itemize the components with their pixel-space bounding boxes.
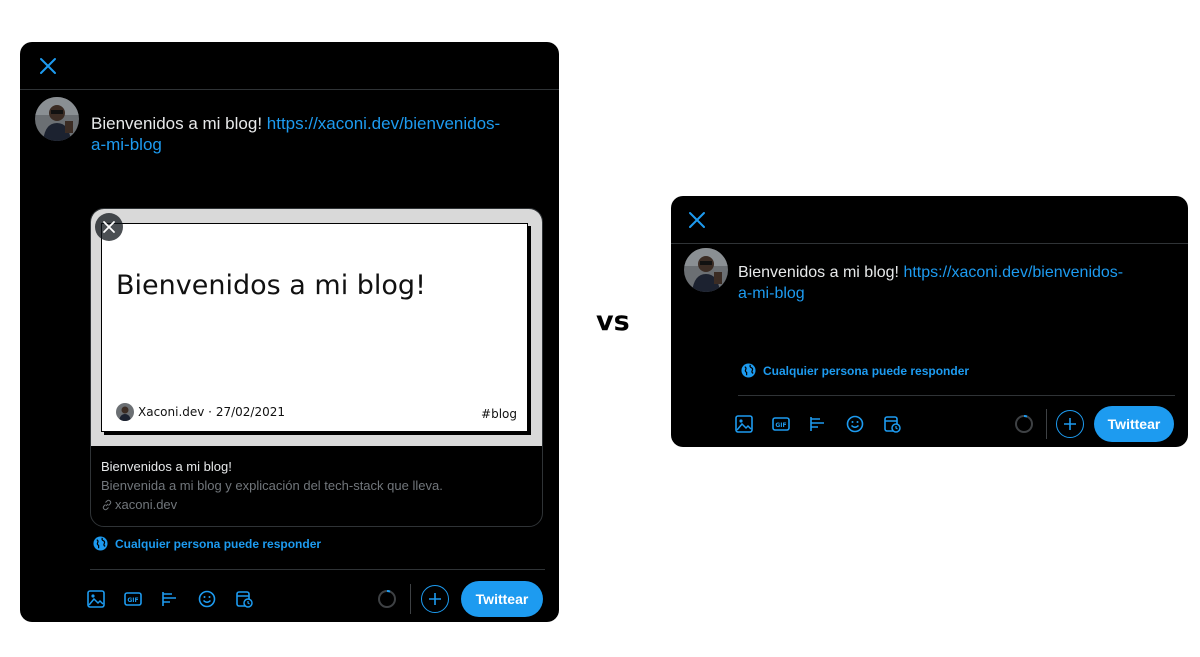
emoji-icon[interactable]	[843, 412, 867, 436]
tweet-button[interactable]: Twittear	[1094, 406, 1174, 442]
card-info: Bienvenidos a mi blog! Bienvenida a mi b…	[91, 446, 542, 526]
remove-card-button[interactable]	[95, 213, 123, 241]
schedule-icon[interactable]	[232, 587, 256, 611]
add-tweet-button[interactable]	[1056, 410, 1084, 438]
tweet-text: Bienvenidos a mi blog!	[91, 114, 267, 133]
add-tweet-button[interactable]	[421, 585, 449, 613]
card-domain-text: xaconi.dev	[115, 497, 178, 512]
toolbar-separator	[1046, 409, 1047, 439]
tweet-text: Bienvenidos a mi blog!	[738, 264, 904, 281]
close-icon[interactable]	[685, 208, 709, 232]
reply-setting-label: Cualquier persona puede responder	[763, 363, 970, 378]
reply-setting-button[interactable]: Cualquier persona puede responder	[93, 536, 321, 551]
svg-text:GIF: GIF	[775, 422, 786, 429]
gif-icon[interactable]: GIF	[769, 412, 793, 436]
card-image: Bienvenidos a mi blog! Xaconi.dev · 27/0…	[91, 209, 542, 446]
preview-avatar	[116, 403, 134, 421]
image-icon[interactable]	[84, 587, 108, 611]
character-counter-icon	[1014, 414, 1034, 434]
tweet-link[interactable]: https://xaconi.dev/bienvenidos-	[903, 264, 1123, 281]
media-toolbar: GIF	[84, 587, 256, 611]
card-preview-image: Bienvenidos a mi blog! Xaconi.dev · 27/0…	[101, 223, 528, 432]
vs-label: vs	[596, 306, 630, 337]
media-toolbar: GIF	[732, 412, 904, 436]
plus-icon	[1064, 418, 1076, 430]
preview-author: Xaconi.dev · 27/02/2021	[138, 405, 285, 419]
composer-header	[671, 196, 1188, 244]
avatar[interactable]	[684, 248, 728, 292]
reply-setting-label: Cualquier persona puede responder	[115, 536, 322, 551]
toolbar-separator	[410, 584, 411, 614]
tweet-link[interactable]: https://xaconi.dev/bienvenidos-	[267, 114, 500, 133]
avatar[interactable]	[35, 97, 79, 141]
preview-title: Bienvenidos a mi blog!	[116, 270, 426, 301]
close-icon[interactable]	[36, 54, 60, 78]
gif-icon[interactable]: GIF	[121, 587, 145, 611]
plus-icon	[429, 593, 441, 605]
tweet-composer-without-card: Bienvenidos a mi blog! https://xaconi.de…	[671, 196, 1188, 447]
schedule-icon[interactable]	[880, 412, 904, 436]
preview-meta: Xaconi.dev · 27/02/2021	[116, 403, 285, 421]
divider	[738, 395, 1175, 396]
divider	[90, 569, 545, 570]
globe-icon	[93, 536, 108, 551]
reply-setting-button[interactable]: Cualquier persona puede responder	[741, 363, 969, 378]
card-title: Bienvenidos a mi blog!	[101, 459, 232, 474]
card-description: Bienvenida a mi blog y explicación del t…	[101, 478, 443, 493]
poll-icon[interactable]	[806, 412, 830, 436]
tweet-link-continued[interactable]: a-mi-blog	[91, 135, 162, 154]
image-icon[interactable]	[732, 412, 756, 436]
tweet-button[interactable]: Twittear	[461, 581, 543, 617]
tweet-text-area[interactable]: Bienvenidos a mi blog! https://xaconi.de…	[91, 113, 541, 155]
link-icon	[102, 499, 112, 511]
svg-text:GIF: GIF	[127, 597, 138, 604]
tweet-text-area[interactable]: Bienvenidos a mi blog! https://xaconi.de…	[738, 262, 1178, 304]
emoji-icon[interactable]	[195, 587, 219, 611]
tweet-composer-with-card: Bienvenidos a mi blog! https://xaconi.de…	[20, 42, 559, 622]
character-counter-icon	[377, 589, 397, 609]
poll-icon[interactable]	[158, 587, 182, 611]
preview-tag: #blog	[481, 407, 517, 421]
globe-icon	[741, 363, 756, 378]
composer-header	[20, 42, 559, 90]
tweet-link-continued[interactable]: a-mi-blog	[738, 285, 805, 302]
card-domain: xaconi.dev	[101, 496, 532, 514]
link-preview-card[interactable]: Bienvenidos a mi blog! Xaconi.dev · 27/0…	[90, 208, 543, 527]
